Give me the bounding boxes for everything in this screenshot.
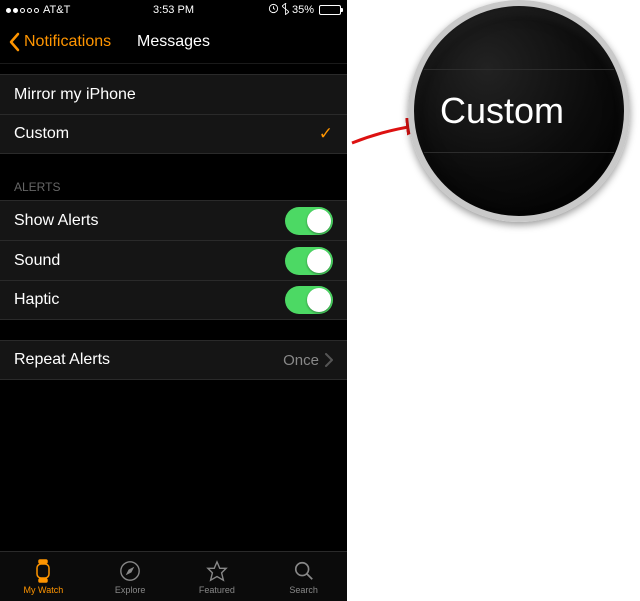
alerts-header: ALERTS bbox=[0, 174, 347, 200]
tab-bar: My Watch Explore Featured Search bbox=[0, 551, 347, 601]
show-alerts-toggle[interactable] bbox=[285, 207, 333, 235]
status-bar: AT&T 3:53 PM 35% bbox=[0, 0, 347, 20]
tab-my-watch[interactable]: My Watch bbox=[0, 552, 87, 601]
tab-explore[interactable]: Explore bbox=[87, 552, 174, 601]
back-label: Notifications bbox=[24, 33, 111, 51]
show-alerts-row[interactable]: Show Alerts bbox=[0, 200, 347, 240]
star-icon bbox=[206, 558, 228, 584]
row-label: Sound bbox=[14, 252, 60, 270]
watch-icon bbox=[33, 558, 53, 584]
chevron-right-icon bbox=[325, 353, 333, 367]
compass-icon bbox=[119, 558, 141, 584]
back-button[interactable]: Notifications bbox=[0, 32, 111, 52]
row-label: Mirror my iPhone bbox=[14, 86, 136, 104]
haptic-row[interactable]: Haptic bbox=[0, 280, 347, 320]
custom-row[interactable]: Custom ✓ bbox=[0, 114, 347, 154]
callout-text: Custom bbox=[414, 70, 624, 152]
tab-label: Search bbox=[289, 585, 318, 595]
magnifier-lens: Custom bbox=[408, 0, 630, 222]
nav-bar: Notifications Messages bbox=[0, 20, 347, 64]
row-label: Custom bbox=[14, 125, 69, 143]
tab-label: Featured bbox=[199, 585, 235, 595]
checkmark-icon: ✓ bbox=[319, 124, 333, 144]
row-label: Show Alerts bbox=[14, 212, 98, 230]
sound-row[interactable]: Sound bbox=[0, 240, 347, 280]
row-label: Repeat Alerts bbox=[14, 351, 110, 369]
tab-label: My Watch bbox=[24, 585, 64, 595]
clock-label: 3:53 PM bbox=[0, 4, 347, 16]
sound-toggle[interactable] bbox=[285, 247, 333, 275]
magnifier-callout: Custom bbox=[408, 0, 630, 222]
tab-label: Explore bbox=[115, 585, 146, 595]
haptic-toggle[interactable] bbox=[285, 286, 333, 314]
repeat-value: Once bbox=[283, 352, 319, 369]
chevron-left-icon bbox=[8, 32, 20, 52]
row-label: Haptic bbox=[14, 291, 59, 309]
settings-content: Mirror my iPhone Custom ✓ ALERTS Show Al… bbox=[0, 64, 347, 551]
tab-featured[interactable]: Featured bbox=[174, 552, 261, 601]
search-icon bbox=[293, 558, 315, 584]
tab-search[interactable]: Search bbox=[260, 552, 347, 601]
repeat-alerts-row[interactable]: Repeat Alerts Once bbox=[0, 340, 347, 380]
phone-screen: AT&T 3:53 PM 35% Notifications Messages … bbox=[0, 0, 347, 601]
mirror-iphone-row[interactable]: Mirror my iPhone bbox=[0, 74, 347, 114]
battery-icon bbox=[319, 5, 341, 15]
